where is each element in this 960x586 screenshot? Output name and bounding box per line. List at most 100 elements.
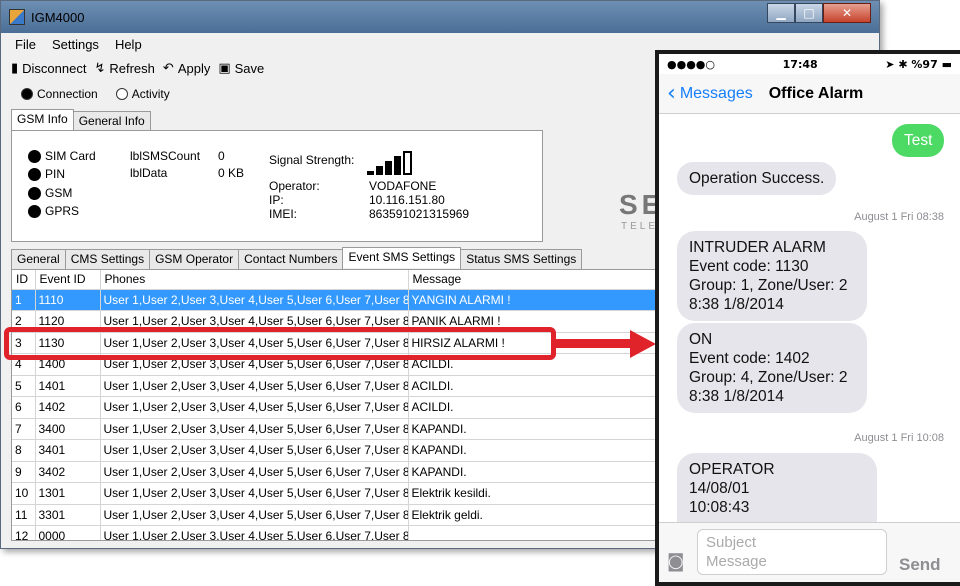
cell-message: KAPANDI.: [408, 418, 670, 440]
data-value: 0 KB: [218, 166, 245, 180]
battery-percent: %97: [911, 57, 938, 71]
column-header-message[interactable]: Message: [408, 270, 670, 290]
cell-message: [408, 525, 670, 540]
message-line: Operation Success.: [689, 170, 825, 187]
tab-cms-settings[interactable]: CMS Settings: [64, 249, 151, 270]
cell-phones: User 1,User 2,User 3,User 4,User 5,User …: [100, 504, 409, 526]
info-tabs: GSM Info General Info: [11, 109, 151, 132]
camera-icon[interactable]: ◙: [667, 551, 684, 572]
message-line: 10:08:43: [689, 499, 750, 516]
table-row[interactable]: 1 1110 User 1,User 2,User 3,User 4,User 5,…: [12, 289, 670, 311]
gsm-info-panel: SIM Card PIN GSM GPRS lblSMSCount 0 lblD…: [11, 130, 543, 242]
cell-event-id: 1401: [35, 375, 101, 397]
event-sms-table: ID Event ID Phones Message 1 1110 User 1,U…: [11, 269, 671, 541]
connection-radio[interactable]: Connection: [21, 87, 98, 101]
outgoing-message[interactable]: Test: [892, 124, 945, 157]
close-button[interactable]: ✕: [823, 3, 871, 23]
app-icon: [9, 9, 25, 25]
timestamp: August 1 Fri 10:08: [854, 432, 944, 444]
window-title: IGM4000: [31, 9, 85, 25]
minimize-button[interactable]: ▁: [767, 3, 795, 23]
title-bar[interactable]: IGM4000 ▁ □ ✕: [1, 1, 879, 33]
settings-tabs: General CMS Settings GSM Operator Contac…: [11, 247, 583, 270]
compose-field[interactable]: Subject Message: [697, 529, 887, 575]
column-header-event-id[interactable]: Event ID: [35, 270, 101, 290]
cell-id: 1: [12, 289, 36, 311]
message-line: 8:38 1/8/2014: [689, 388, 784, 405]
table-row[interactable]: 12 0000 User 1,User 2,User 3,User 4,User 5…: [12, 525, 670, 540]
menu-file[interactable]: File: [15, 37, 36, 52]
cell-phones: User 1,User 2,User 3,User 4,User 5,User …: [100, 396, 409, 419]
gprs-label: GPRS: [45, 204, 80, 218]
cell-phones: User 1,User 2,User 3,User 4,User 5,User …: [100, 461, 409, 483]
save-button[interactable]: ▣ Save: [218, 61, 264, 76]
table-row[interactable]: 11 3301 User 1,User 2,User 3,User 4,User 5…: [12, 504, 670, 526]
radio-dot: [115, 88, 128, 100]
cell-id: 6: [12, 396, 36, 419]
tab-general-info[interactable]: General Info: [72, 111, 151, 132]
cell-event-id: 1110: [35, 289, 101, 311]
tab-general[interactable]: General: [11, 249, 66, 270]
disconnect-button[interactable]: ▮ Disconnect: [11, 61, 86, 76]
ip-label: IP:: [269, 193, 284, 207]
send-button[interactable]: Send: [899, 555, 941, 575]
menu-settings[interactable]: Settings: [52, 37, 99, 52]
cell-phones: User 1,User 2,User 3,User 4,User 5,User …: [100, 289, 409, 311]
apply-button[interactable]: ↶ Apply: [163, 61, 210, 76]
incoming-message[interactable]: ON Event code: 1402 Group: 4, Zone/User:…: [677, 323, 867, 413]
tab-event-sms-settings[interactable]: Event SMS Settings: [342, 247, 462, 268]
compose-bar: ◙ Subject Message Send: [659, 522, 960, 582]
signal-strength-icon: [367, 151, 427, 175]
table-row[interactable]: 6 1402 User 1,User 2,User 3,User 4,User 5,…: [12, 396, 670, 419]
apply-label: Apply: [177, 60, 211, 76]
refresh-label: Refresh: [109, 60, 155, 76]
cell-event-id: 1301: [35, 482, 101, 505]
clock: 17:48: [782, 57, 818, 71]
refresh-button[interactable]: ↯ Refresh: [94, 61, 154, 76]
tab-contact-numbers[interactable]: Contact Numbers: [238, 249, 344, 270]
tab-gsm-info[interactable]: GSM Info: [11, 109, 74, 130]
table-row[interactable]: 7 3400 User 1,User 2,User 3,User 4,User 5,…: [12, 418, 670, 440]
connection-label: Connection: [37, 87, 98, 101]
incoming-message[interactable]: INTRUDER ALARM Event code: 1130 Group: 1…: [677, 231, 867, 321]
message-line: 8:38 1/8/2014: [689, 296, 784, 313]
table-row[interactable]: 5 1401 User 1,User 2,User 3,User 4,User 5,…: [12, 375, 670, 397]
sms-count-value: 0: [218, 149, 225, 163]
ip-value: 10.116.151.80: [369, 193, 445, 207]
save-label: Save: [234, 60, 265, 76]
cell-phones: User 1,User 2,User 3,User 4,User 5,User …: [100, 418, 409, 440]
maximize-button[interactable]: □: [795, 3, 823, 23]
refresh-icon: ↯: [94, 60, 106, 76]
pin-label: PIN: [45, 167, 66, 181]
cell-id: 12: [12, 525, 36, 540]
table-row[interactable]: 9 3402 User 1,User 2,User 3,User 4,User 5,…: [12, 461, 670, 483]
back-button[interactable]: ‹ Messages: [667, 80, 753, 106]
column-header-phones[interactable]: Phones: [100, 270, 409, 290]
message-line: Event code: 1130: [689, 258, 809, 275]
save-icon: ▣: [218, 60, 231, 76]
table-row[interactable]: 8 3401 User 1,User 2,User 3,User 4,User 5,…: [12, 439, 670, 462]
activity-radio[interactable]: Activity: [115, 87, 170, 101]
chevron-left-icon: ‹: [667, 80, 676, 106]
cell-event-id: 3401: [35, 439, 101, 462]
cell-id: 11: [12, 504, 36, 526]
sim-card-indicator: SIM Card: [28, 149, 96, 163]
status-lamp: [28, 149, 41, 163]
data-label: lblData: [130, 166, 168, 180]
cell-message: KAPANDI.: [408, 461, 670, 483]
tab-gsm-operator[interactable]: GSM Operator: [149, 249, 240, 270]
plug-icon: ▮: [11, 60, 19, 76]
arrow-right-icon: [630, 330, 656, 358]
column-header-id[interactable]: ID: [12, 270, 36, 290]
incoming-message[interactable]: Operation Success.: [677, 162, 837, 195]
status-bar: ●●●●○ 17:48 ➤ ✱ %97 ▬: [659, 54, 960, 74]
composite-screenshot: IGM4000 ▁ □ ✕ File Settings Help ▮ Discon…: [0, 0, 960, 586]
battery-level: ➤ ✱ %97 ▬: [885, 58, 952, 71]
sms-count-label: lblSMSCount: [130, 149, 201, 163]
signal-dots: ●●●●○: [667, 57, 715, 71]
operator-value: VODAFONE: [369, 179, 437, 193]
table-row[interactable]: 10 1301 User 1,User 2,User 3,User 4,User 5…: [12, 482, 670, 505]
menu-help[interactable]: Help: [115, 37, 142, 52]
tab-status-sms-settings[interactable]: Status SMS Settings: [460, 249, 583, 270]
disconnect-label: Disconnect: [22, 60, 87, 76]
